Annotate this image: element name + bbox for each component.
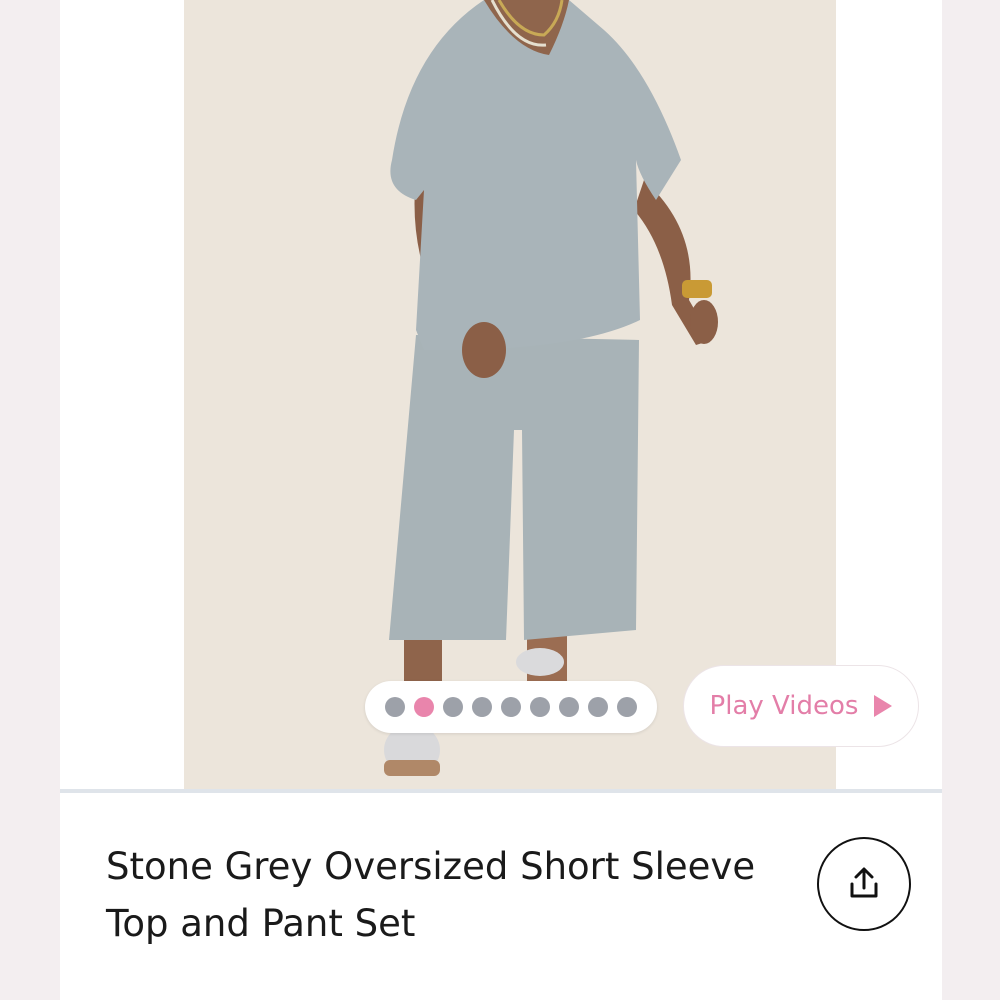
carousel-dot-active[interactable] (414, 697, 434, 717)
carousel-dot[interactable] (559, 697, 579, 717)
carousel-dot[interactable] (385, 697, 405, 717)
share-button[interactable] (817, 837, 911, 931)
divider (60, 789, 942, 793)
play-videos-label: Play Videos (709, 691, 859, 721)
carousel-indicator[interactable] (365, 681, 657, 733)
carousel-dot[interactable] (472, 697, 492, 717)
product-card: Play Videos Stone Grey Oversized Short S… (60, 0, 942, 1000)
carousel-dot[interactable] (443, 697, 463, 717)
carousel-dot[interactable] (617, 697, 637, 717)
product-title: Stone Grey Oversized Short Sleeve Top an… (106, 845, 756, 945)
carousel-dot[interactable] (588, 697, 608, 717)
carousel-dot[interactable] (501, 697, 521, 717)
play-triangle-icon (874, 695, 893, 717)
carousel-dot[interactable] (530, 697, 550, 717)
play-videos-button[interactable]: Play Videos (683, 665, 919, 747)
share-upload-icon (850, 867, 878, 898)
